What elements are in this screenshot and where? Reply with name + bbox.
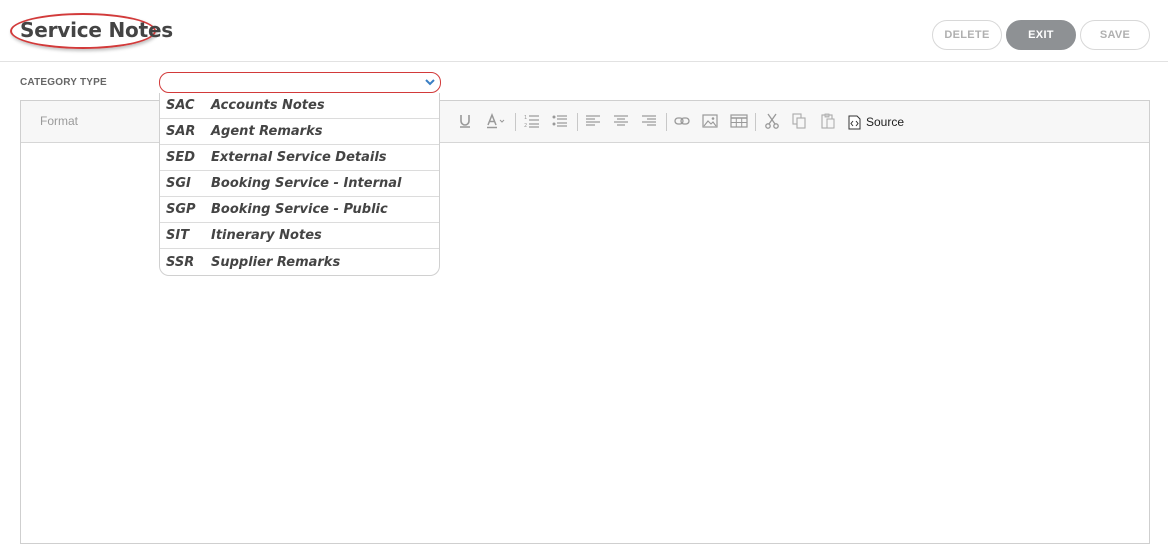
option-label: External Service Details (211, 150, 387, 165)
align-right-icon[interactable] (641, 113, 657, 129)
numbered-list-icon[interactable]: 1 2 (524, 113, 540, 129)
category-option[interactable]: SIT Itinerary Notes (160, 223, 439, 249)
source-button[interactable]: Source (848, 113, 904, 131)
option-code: SGP (166, 202, 196, 217)
underline-icon[interactable] (457, 113, 473, 129)
chevron-down-icon (425, 79, 435, 86)
option-code: SED (166, 150, 196, 165)
category-option[interactable]: SSR Supplier Remarks (160, 249, 439, 275)
svg-text:1: 1 (524, 115, 527, 121)
delete-button[interactable]: DELETE (932, 20, 1002, 50)
option-label: Accounts Notes (211, 98, 325, 113)
option-label: Supplier Remarks (211, 254, 341, 270)
exit-button[interactable]: EXIT (1006, 20, 1076, 50)
toolbar-separator (577, 113, 578, 131)
format-dropdown[interactable]: Format (40, 114, 78, 128)
option-code: SSR (166, 254, 195, 270)
link-icon[interactable] (674, 113, 690, 129)
copy-icon[interactable] (791, 113, 807, 129)
category-option[interactable]: SGI Booking Service - Internal (160, 171, 439, 197)
source-icon (848, 115, 861, 129)
page-title: Service Notes (20, 18, 174, 42)
option-code: SIT (166, 228, 190, 243)
category-option[interactable]: SGP Booking Service - Public (160, 197, 439, 223)
align-center-icon[interactable] (613, 113, 629, 129)
svg-text:2: 2 (524, 123, 527, 129)
text-color-icon[interactable] (485, 113, 507, 129)
category-option[interactable]: SED External Service Details (160, 145, 439, 171)
category-type-select[interactable] (159, 72, 441, 93)
option-code: SAR (166, 124, 196, 139)
category-option[interactable]: SAC Accounts Notes (160, 93, 439, 119)
save-button[interactable]: SAVE (1080, 20, 1150, 50)
align-left-icon[interactable] (585, 113, 601, 129)
image-icon[interactable] (702, 113, 718, 129)
option-label: Itinerary Notes (211, 228, 322, 243)
toolbar-separator (755, 113, 756, 131)
table-icon[interactable] (730, 113, 748, 129)
option-label: Agent Remarks (211, 124, 323, 139)
category-type-label: CATEGORY TYPE (20, 77, 107, 88)
paste-icon[interactable] (820, 113, 836, 129)
toolbar-separator (515, 113, 516, 131)
option-code: SGI (166, 176, 191, 191)
bullet-list-icon[interactable] (552, 113, 568, 129)
page-header: Service Notes DELETE EXIT SAVE (0, 0, 1168, 62)
option-label: Booking Service - Internal (211, 176, 402, 191)
category-dropdown-list: SAC Accounts Notes SAR Agent Remarks SED… (159, 93, 440, 276)
toolbar-separator (666, 113, 667, 131)
option-label: Booking Service - Public (211, 202, 388, 217)
option-code: SAC (166, 98, 195, 113)
category-option[interactable]: SAR Agent Remarks (160, 119, 439, 145)
source-label: Source (866, 115, 905, 129)
cut-icon[interactable] (764, 113, 780, 129)
